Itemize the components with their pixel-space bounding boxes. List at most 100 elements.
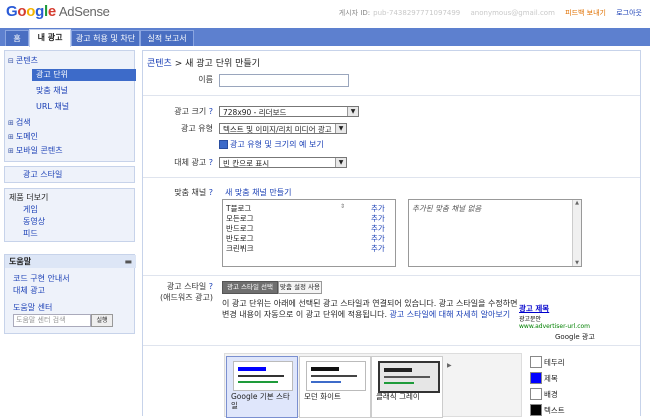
logout-link[interactable]: 로그아웃 — [616, 9, 642, 17]
thumb-url-bar — [311, 381, 341, 383]
sidebar-more-products: 제품 더보기 게임 동영상 피드 — [4, 188, 135, 242]
style-thumbnail — [233, 361, 293, 391]
ad-style-label: 광고 스타일 ? — [143, 281, 213, 292]
sample-ad-title[interactable]: 광고 제목 — [519, 303, 609, 314]
sidebar-item-search[interactable]: ⊞ 검색 — [8, 117, 31, 128]
breadcrumb: 콘텐츠 > 새 광고 단위 만들기 — [147, 56, 260, 69]
help-center-link[interactable]: 도움말 센터 — [13, 302, 52, 313]
background-color-swatch[interactable] — [530, 388, 542, 400]
border-color-label: 테두리 — [544, 358, 565, 367]
name-input[interactable] — [219, 74, 349, 87]
sidebar-item-video[interactable]: 동영상 — [23, 216, 45, 227]
style-thumbnail — [378, 361, 440, 393]
breadcrumb-content-link[interactable]: 콘텐츠 — [147, 59, 172, 69]
minimize-icon[interactable]: ▬ — [124, 255, 132, 268]
border-color-swatch[interactable] — [530, 356, 542, 368]
tab-performance[interactable]: 실적 보고서 — [140, 30, 194, 46]
help-search-input[interactable]: 도움말 센터 검색 — [13, 314, 91, 327]
divider — [143, 345, 640, 346]
sidebar-item-ad-styles[interactable]: 광고 스타일 — [23, 169, 62, 180]
name-label: 이름 — [198, 75, 213, 84]
empty-state-text: 추가된 맞춤 채널 없음 — [412, 204, 482, 213]
tab-home[interactable]: 홈 — [5, 30, 29, 46]
sidebar-item-domains[interactable]: ⊞ 도메인 — [8, 131, 38, 142]
sidebar-item-mobile[interactable]: ⊞ 모바일 콘텐츠 — [8, 145, 63, 156]
scrollbar[interactable]: ▲ ▼ — [572, 200, 581, 266]
help-icon[interactable]: ? — [209, 188, 213, 197]
adsense-logo[interactable]: Google AdSense — [6, 3, 110, 20]
add-channel-link[interactable]: 추가 — [371, 243, 385, 254]
help-title-text: 도움말 — [9, 257, 32, 266]
publisher-id-label: 게시자 ID: — [338, 9, 371, 17]
ad-size-value: 728x90 - 리더보드 — [223, 108, 287, 117]
style-learn-more-link[interactable]: 광고 스타일에 대해 자세히 알아보기 — [390, 310, 511, 319]
expand-icon: ⊞ — [8, 119, 14, 127]
title-color-label: 제목 — [544, 374, 558, 383]
tab-my-ads[interactable]: 내 광고 — [29, 29, 71, 47]
added-channels-list[interactable]: 추가된 맞춤 채널 없음 ▲ ▼ — [408, 199, 582, 267]
sidebar-item-label: 모바일 콘텐츠 — [15, 146, 63, 155]
sidebar-item-label: 콘텐츠 — [15, 56, 38, 65]
help-link-custom-ads[interactable]: 대체 광고 — [13, 285, 45, 296]
help-link-code-guide[interactable]: 코드 구현 안내서 — [13, 273, 70, 284]
sidebar-content-box: ⊟ 콘텐츠 광고 단위 맞춤 채널 URL 채널 ⊞ 검색 ⊞ 도메인 ⊞ 모바일 콘텐… — [4, 50, 136, 162]
style-option-classic-gray[interactable]: 클래식 그레이 — [371, 356, 443, 418]
ad-type-examples-link[interactable]: 광고 유형 및 크기의 예 보기 — [219, 139, 324, 150]
backup-ads-value: 빈 칸으로 표시 — [223, 159, 270, 168]
scroll-right-icon[interactable]: ▶ — [447, 362, 452, 369]
style-option-google-default[interactable]: Google 기본 스타일 — [226, 356, 298, 418]
sort-icon[interactable]: ⇕ — [340, 203, 345, 210]
top-bar: Google AdSense 게시자 ID: pub-743829777109749… — [0, 0, 650, 27]
logo-letter: e — [47, 3, 56, 20]
sidebar-item-games[interactable]: 게임 — [23, 204, 38, 215]
thumb-title-bar — [238, 367, 266, 371]
backup-ads-select[interactable]: 빈 칸으로 표시 ▼ — [219, 157, 347, 168]
scroll-down-icon[interactable]: ▼ — [573, 260, 581, 266]
account-email: anonymous@gmail.com — [470, 9, 555, 17]
select-style-button[interactable]: 광고 스타일 선택 — [222, 281, 278, 294]
ad-type-label: 광고 유형 — [181, 124, 213, 133]
backup-ads-label-text: 대체 광고 — [174, 158, 207, 167]
thumb-url-bar — [238, 381, 278, 383]
publisher-id-value: pub-7438297771097499 — [373, 9, 461, 17]
title-color-swatch[interactable] — [530, 372, 542, 384]
sidebar-item-feeds[interactable]: 피드 — [23, 228, 38, 239]
style-option-modern-white[interactable]: 모던 화이트 — [299, 356, 371, 418]
sidebar-item-url-channels[interactable]: URL 채널 — [36, 101, 69, 112]
style-option-label: Google 기본 스타일 — [231, 392, 290, 410]
scroll-up-icon[interactable]: ▲ — [573, 200, 581, 206]
custom-channels-label: 맞춤 채널 ? — [143, 187, 213, 198]
help-icon[interactable]: ? — [209, 282, 213, 291]
help-icon[interactable]: ? — [209, 158, 213, 167]
custom-channels-label-text: 맞춤 채널 — [174, 188, 207, 197]
new-channel-link[interactable]: 새 맞춤 채널 만들기 — [225, 187, 292, 198]
help-icon[interactable]: ? — [209, 107, 213, 116]
logo-letter: G — [6, 3, 18, 20]
main-tabs: 홈 내 광고 광고 허용 및 차단 실적 보고서 — [0, 28, 650, 47]
sidebar-item-ad-units[interactable]: 광고 단위 — [32, 69, 136, 81]
style-option-label: 모던 화이트 — [304, 392, 341, 401]
chevron-down-icon: ▼ — [347, 107, 358, 116]
product-name: AdSense — [58, 4, 110, 19]
collapse-icon: ⊟ — [8, 57, 14, 65]
thumb-text-bar — [384, 376, 430, 378]
sidebar-item-custom-channels[interactable]: 맞춤 채널 — [36, 85, 68, 96]
custom-style-button[interactable]: 맞춤 설정 사용 — [278, 281, 322, 294]
ad-size-label: 광고 크기 ? — [143, 106, 213, 117]
account-bar: 게시자 ID: pub-7438297771097499 anonymous@gm… — [331, 8, 642, 18]
style-thumbnail — [306, 361, 366, 391]
text-color-swatch[interactable] — [530, 404, 542, 416]
ad-type-select[interactable]: 텍스트 및 이미지/리치 미디어 광고 ▼ — [219, 123, 347, 134]
sidebar-item-content[interactable]: ⊟ 콘텐츠 — [8, 55, 38, 66]
feedback-link[interactable]: 피드백 보내기 — [565, 9, 606, 17]
ad-style-sublabel: (애드워즈 광고) — [160, 293, 213, 302]
background-color-label: 배경 — [544, 390, 558, 399]
color-palette: 테두리 제목 배경 텍스트 — [528, 353, 618, 416]
ad-size-select[interactable]: 728x90 - 리더보드 ▼ — [219, 106, 359, 117]
channel-list[interactable]: T블로그 모든로그 반드로그 반도로그 크린뷔크 추가 추가 추가 추가 추가 … — [222, 199, 396, 267]
help-search-button[interactable]: 실행 — [91, 314, 113, 327]
sample-ad-url: www.advertiser-url.com — [519, 323, 591, 330]
tab-allow-block[interactable]: 광고 허용 및 차단 — [71, 30, 140, 46]
ad-size-label-text: 광고 크기 — [174, 107, 207, 116]
list-item[interactable]: 크린뷔크 — [226, 243, 254, 254]
